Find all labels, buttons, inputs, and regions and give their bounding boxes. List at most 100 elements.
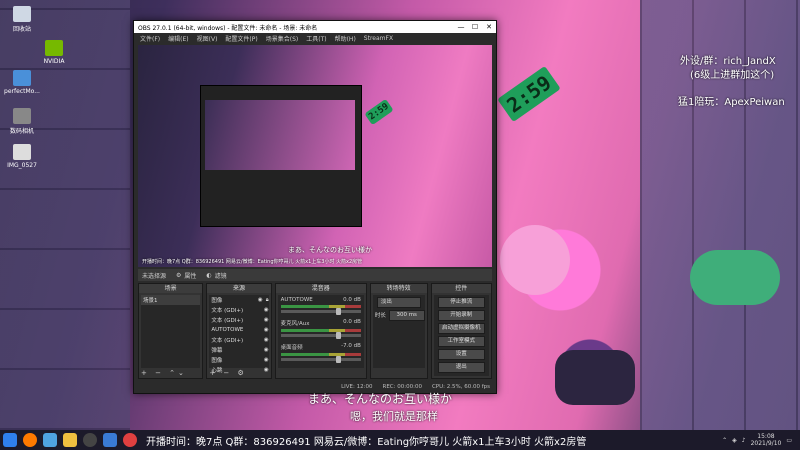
- folder-icon[interactable]: [63, 433, 77, 447]
- volume-slider[interactable]: [280, 356, 361, 363]
- eye-icon[interactable]: ◉: [258, 297, 263, 303]
- eye-icon[interactable]: ◉: [264, 347, 269, 353]
- source-item[interactable]: 弹幕 ◉: [209, 345, 268, 355]
- nvidia-icon: [45, 40, 63, 56]
- eye-icon[interactable]: ◉: [264, 327, 269, 333]
- network-icon[interactable]: ◈: [732, 437, 737, 444]
- obs-titlebar[interactable]: OBS 27.0.1 (64-bit, windows) - 配置文件: 未命名…: [134, 21, 496, 33]
- maximize-icon[interactable]: ☐: [468, 23, 482, 31]
- mixer-body: AUTOTOWE 0.0 dB 麦克风/Aux 0.0 dB 桌面音频 -7.0…: [277, 295, 364, 368]
- source-toolbar: 未选择源 ⚙ 属性 ◐ 滤镜: [138, 269, 492, 281]
- menu-streamfx[interactable]: StreamFX: [364, 35, 393, 42]
- volume-icon[interactable]: ♪: [742, 437, 746, 444]
- filter-icon: ◐: [206, 271, 212, 279]
- preview-ticker: 开播时间：晚7点 Q群：836926491 网易云/微博：Eating你哼哥儿 …: [142, 259, 363, 265]
- stream-ticker: 开播时间：晚7点 Q群：836926491 网易云/微博：Eating你哼哥儿 …: [146, 436, 587, 448]
- menu-profile[interactable]: 配置文件(P): [225, 34, 257, 43]
- preview-subtitle: まあ、そんなのお互い様か: [288, 246, 372, 254]
- eye-icon[interactable]: ◉: [264, 337, 269, 343]
- menu-edit[interactable]: 编辑(E): [168, 34, 188, 43]
- transitions-dock: 转场特效 淡出 时长 300 ms: [369, 283, 428, 379]
- scenes-header: 场景: [139, 284, 203, 293]
- duration-input[interactable]: 300 ms: [388, 309, 425, 321]
- settings-button[interactable]: 设置: [437, 349, 485, 360]
- eye-icon[interactable]: ◉: [264, 317, 269, 323]
- menu-file[interactable]: 文件(F): [140, 34, 160, 43]
- desktop-icon-perfectmo[interactable]: perfectMo...: [4, 70, 40, 95]
- filters-button[interactable]: ◐ 滤镜: [206, 271, 226, 280]
- desktop-icon-img[interactable]: IMG_0527: [4, 144, 40, 169]
- app-icon[interactable]: [103, 433, 117, 447]
- recycle-bin-icon: [13, 6, 31, 22]
- transition-select[interactable]: 淡出: [376, 297, 421, 308]
- chevron-up-icon[interactable]: ⌃: [722, 437, 727, 444]
- minimize-icon[interactable]: —: [454, 23, 468, 31]
- eye-icon[interactable]: ◉: [264, 367, 269, 373]
- transitions-header: 转场特效: [370, 284, 427, 293]
- obs-icon[interactable]: [83, 433, 97, 447]
- desktop-icon-nvidia[interactable]: NVIDIA: [36, 40, 72, 65]
- nested-preview: [205, 100, 355, 170]
- controls-body: 停止推流 开始录制 启动虚拟摄像机 工作室模式 设置 退出: [433, 295, 489, 376]
- duration-row: 时长 300 ms: [373, 309, 425, 321]
- obs-preview[interactable]: 2:59 まあ、そんなのお互い様か 开播时间：晚7点 Q群：836926491 …: [138, 45, 492, 267]
- properties-button[interactable]: ⚙ 属性: [176, 271, 196, 280]
- netease-icon[interactable]: [123, 433, 137, 447]
- desktop-icon-camera[interactable]: 数码相机: [4, 108, 40, 135]
- transitions-body: 淡出 时长 300 ms: [372, 295, 425, 368]
- system-tray: ⌃ ◈ ♪ 15:08 2021/9/10 ▭: [722, 433, 800, 447]
- source-item[interactable]: 图像 ◉: [209, 355, 268, 365]
- firefox-icon[interactable]: [23, 433, 37, 447]
- mixer-channel: 麦克风/Aux 0.0 dB: [280, 319, 361, 339]
- mixer-channel: AUTOTOWE 0.0 dB: [280, 297, 361, 315]
- overlay-line-2: (6级上进群加这个): [690, 70, 775, 81]
- source-item[interactable]: 文本 (GDI+) ◉: [209, 305, 268, 315]
- obs-docks: 场景 场景1 + − ⌃⌄ 来源 图像 ◉ 🔒︎ 文本 (GDI+) ◉ 文本 (GD…: [138, 283, 492, 379]
- scenes-dock: 场景 场景1 + − ⌃⌄: [138, 283, 204, 379]
- overlay-line-3: 猛1陪玩：ApexPeiwan: [678, 97, 785, 108]
- level-meter: [280, 329, 361, 332]
- sources-list: 图像 ◉ 🔒︎ 文本 (GDI+) ◉ 文本 (GDI+) ◉ AUTOTOWE ◉ 文本…: [209, 295, 269, 374]
- nested-obs-window: [200, 85, 362, 227]
- overlay-line-1: 外设/群：rich_JandX: [680, 56, 776, 67]
- window-title: OBS 27.0.1 (64-bit, windows) - 配置文件: 未命名…: [138, 24, 318, 32]
- source-item[interactable]: 图像 ◉ 🔒︎: [209, 295, 268, 305]
- source-item[interactable]: AUTOTOWE ◉: [209, 325, 268, 335]
- edge-icon[interactable]: [43, 433, 57, 447]
- studio-mode-button[interactable]: 工作室模式: [437, 336, 485, 347]
- virtual-camera-button[interactable]: 启动虚拟摄像机: [437, 323, 485, 334]
- menu-scene-collection[interactable]: 场景集合(S): [266, 34, 299, 43]
- sources-header: 来源: [207, 284, 271, 293]
- obs-window[interactable]: OBS 27.0.1 (64-bit, windows) - 配置文件: 未命名…: [133, 20, 497, 394]
- subtitle-japanese: まあ、そんなのお互い様か: [308, 392, 453, 406]
- pink-cake-decor: [500, 225, 570, 295]
- notification-icon[interactable]: ▭: [786, 437, 792, 444]
- start-recording-button[interactable]: 开始录制: [437, 310, 485, 321]
- exit-button[interactable]: 退出: [437, 362, 485, 373]
- lock-icon[interactable]: 🔒︎: [266, 297, 269, 304]
- scenes-toolbar[interactable]: + − ⌃⌄: [141, 369, 187, 377]
- volume-slider[interactable]: [280, 308, 361, 315]
- mixer-dock: 混音器 AUTOTOWE 0.0 dB 麦克风/Aux 0.0 dB 桌面音频 …: [274, 283, 367, 379]
- eye-icon[interactable]: ◉: [264, 357, 269, 363]
- taskbar: 开播时间：晚7点 Q群：836926491 网易云/微博：Eating你哼哥儿 …: [0, 430, 800, 450]
- scene-item[interactable]: 场景1: [141, 295, 201, 305]
- close-icon[interactable]: ✕: [482, 23, 496, 31]
- eye-icon[interactable]: ◉: [264, 307, 269, 313]
- desktop-icon-recycle-bin[interactable]: 回收站: [4, 6, 40, 33]
- stop-streaming-button[interactable]: 停止推流: [437, 297, 485, 308]
- app-icon: [13, 70, 31, 86]
- taskbar-clock[interactable]: 15:08 2021/9/10: [751, 433, 782, 447]
- menu-view[interactable]: 视图(V): [197, 34, 218, 43]
- gear-icon: ⚙: [176, 271, 182, 279]
- start-windows-icon[interactable]: [3, 433, 17, 447]
- volume-slider[interactable]: [280, 332, 361, 339]
- menu-help[interactable]: 帮助(H): [335, 34, 356, 43]
- level-meter: [280, 305, 361, 308]
- menu-tools[interactable]: 工具(T): [306, 34, 326, 43]
- source-item[interactable]: 文本 (GDI+) ◉: [209, 315, 268, 325]
- sources-toolbar[interactable]: + − ⚙: [209, 369, 246, 377]
- mixer-channel: 桌面音频 -7.0 dB: [280, 343, 361, 363]
- controls-header: 控件: [431, 284, 491, 293]
- source-item[interactable]: 文本 (GDI+) ◉: [209, 335, 268, 345]
